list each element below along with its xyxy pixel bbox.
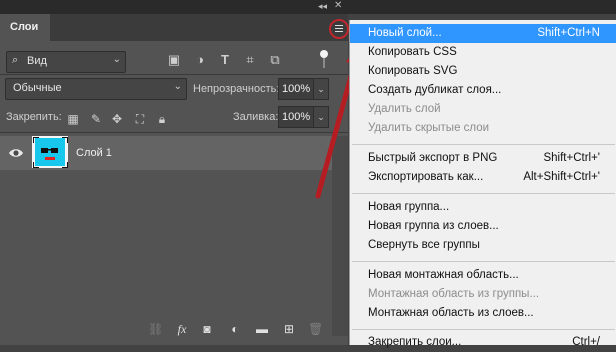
panel-title-bar: ◂◂ ✕ bbox=[0, 0, 616, 14]
menu-item-label: Новая группа из слоев... bbox=[368, 220, 499, 232]
menu-item-copy-css[interactable]: Копировать CSS bbox=[350, 43, 616, 62]
add-mask-icon[interactable]: ◙ bbox=[200, 322, 214, 336]
layer-row[interactable]: Слой 1 bbox=[0, 136, 332, 170]
lock-image-pixels-icon[interactable]: ✎ bbox=[89, 112, 103, 126]
lock-artboard-icon[interactable]: ⛶ bbox=[133, 112, 147, 126]
filter-kind-select[interactable]: ⌕ Вид ⌄ bbox=[6, 51, 126, 73]
new-group-icon[interactable]: ▬ bbox=[255, 322, 269, 336]
lock-transparent-pixels-icon[interactable]: ▦ bbox=[66, 112, 80, 126]
close-panel-icon[interactable]: ✕ bbox=[334, 0, 342, 11]
menu-separator bbox=[352, 193, 615, 194]
layer-thumbnail bbox=[35, 138, 65, 166]
lock-fill-row: Закрепить: ▦ ✎ ✥ ⛶ 🔒︎ Заливка: 100% ⌄ bbox=[0, 105, 348, 131]
lock-position-icon[interactable]: ✥ bbox=[110, 112, 124, 126]
filter-pixel-layers-icon[interactable]: ▣ bbox=[166, 52, 182, 68]
blend-mode-value: Обычные bbox=[13, 82, 62, 94]
menu-item-delete-hidden-layers: Удалить скрытые слои bbox=[350, 119, 616, 138]
blend-opacity-row: Обычные ⌄ Непрозрачность: 100% ⌄ bbox=[0, 75, 348, 103]
layer-filter-row: ⌕ Вид ⌄ ▣ ◑ T ⌗ ⧉ bbox=[0, 41, 348, 74]
layers-bottom-toolbar: ⛓ fx ◙ ◐ ▬ ⊞ 🗑︎ bbox=[0, 314, 348, 345]
menu-item-shortcut: Ctrl+/ bbox=[572, 336, 600, 348]
menu-item-copy-svg[interactable]: Копировать SVG bbox=[350, 62, 616, 81]
menu-item-shortcut: Alt+Shift+Ctrl+' bbox=[523, 171, 600, 183]
layer-thumbnail-image bbox=[35, 138, 65, 166]
fill-label: Заливка: bbox=[233, 111, 279, 123]
hamburger-icon bbox=[335, 25, 343, 26]
menu-item-label: Новый слой... bbox=[368, 27, 442, 39]
menu-item-delete-layer: Удалить слой bbox=[350, 100, 616, 119]
selection-corner bbox=[33, 137, 39, 143]
menu-item-label: Новая монтажная область... bbox=[368, 269, 519, 281]
search-icon: ⌕ bbox=[12, 54, 19, 66]
filter-kind-label: Вид bbox=[27, 55, 47, 67]
menu-item-export-as[interactable]: Экспортировать как... Alt+Shift+Ctrl+' bbox=[350, 168, 616, 187]
menu-item-label: Создать дубликат слоя... bbox=[368, 84, 502, 96]
menu-item-label: Новая группа... bbox=[368, 201, 450, 213]
menu-item-label: Экспортировать как... bbox=[368, 171, 484, 183]
menu-separator bbox=[352, 144, 615, 145]
panel-flyout-menu: Новый слой... Shift+Ctrl+N Копировать CSS… bbox=[349, 20, 616, 348]
new-layer-icon[interactable]: ⊞ bbox=[282, 322, 296, 336]
collapse-panel-icon[interactable]: ◂◂ bbox=[318, 1, 327, 12]
menu-item-new-artboard[interactable]: Новая монтажная область... bbox=[350, 266, 616, 285]
menu-item-quick-export-png[interactable]: Быстрый экспорт в PNG Shift+Ctrl+' bbox=[350, 149, 616, 168]
menu-item-label: Быстрый экспорт в PNG bbox=[368, 152, 498, 164]
link-layers-icon[interactable]: ⛓ bbox=[148, 322, 163, 336]
menu-item-label: Монтажная область из слоев... bbox=[368, 307, 534, 319]
menu-separator bbox=[352, 261, 615, 262]
tab-layers[interactable]: Слои bbox=[0, 14, 50, 41]
menu-item-new-layer[interactable]: Новый слой... Shift+Ctrl+N bbox=[350, 24, 616, 43]
panel-menu-button[interactable] bbox=[329, 19, 349, 39]
selection-corner bbox=[62, 137, 68, 143]
menu-item-new-group-from-layers[interactable]: Новая группа из слоев... bbox=[350, 217, 616, 236]
menu-item-label: Удалить слой bbox=[368, 103, 441, 115]
menu-item-label: Удалить скрытые слои bbox=[368, 122, 490, 134]
filter-smart-objects-icon[interactable]: ⧉ bbox=[267, 52, 283, 68]
opacity-dropdown-button[interactable]: ⌄ bbox=[313, 78, 329, 100]
layers-panel: Слои ⌕ Вид ⌄ ▣ ◑ T ⌗ ⧉ Обычные ⌄ Непрозр… bbox=[0, 14, 349, 345]
chevron-down-icon: ⌄ bbox=[173, 81, 182, 92]
lock-all-icon[interactable]: 🔒︎ bbox=[155, 112, 169, 126]
trash-icon[interactable]: 🗑︎ bbox=[308, 322, 323, 336]
menu-item-label: Копировать CSS bbox=[368, 46, 457, 58]
fill-dropdown-button[interactable]: ⌄ bbox=[313, 106, 329, 128]
chevron-down-icon: ⌄ bbox=[112, 54, 121, 65]
filter-toggle-switch[interactable] bbox=[320, 50, 328, 68]
fx-icon[interactable]: fx bbox=[175, 322, 189, 336]
selection-corner bbox=[33, 162, 39, 168]
blend-mode-select[interactable]: Обычные ⌄ bbox=[5, 78, 187, 100]
menu-item-label: Копировать SVG bbox=[368, 65, 458, 77]
selection-corner bbox=[62, 162, 68, 168]
panel-tab-bar: Слои bbox=[0, 14, 349, 41]
layers-scrollbar[interactable] bbox=[332, 136, 348, 336]
visibility-eye-icon[interactable] bbox=[8, 146, 24, 160]
menu-item-label: Свернуть все группы bbox=[368, 239, 480, 251]
menu-separator bbox=[352, 329, 615, 330]
layer-name[interactable]: Слой 1 bbox=[76, 147, 112, 159]
filter-adjustment-layers-icon[interactable]: ◑ bbox=[192, 52, 208, 68]
fill-input[interactable]: 100% bbox=[278, 106, 315, 128]
menu-item-shortcut: Shift+Ctrl+N bbox=[537, 27, 600, 39]
menu-item-shortcut: Shift+Ctrl+' bbox=[543, 152, 600, 164]
menu-item-artboard-from-layers[interactable]: Монтажная область из слоев... bbox=[350, 304, 616, 323]
menu-item-new-group[interactable]: Новая группа... bbox=[350, 198, 616, 217]
filter-shape-layers-icon[interactable]: ⌗ bbox=[242, 52, 258, 68]
menu-item-artboard-from-group: Монтажная область из группы... bbox=[350, 285, 616, 304]
menu-item-collapse-all-groups[interactable]: Свернуть все группы bbox=[350, 236, 616, 255]
lock-label: Закрепить: bbox=[6, 111, 62, 123]
divider bbox=[0, 132, 348, 133]
filter-type-layers-icon[interactable]: T bbox=[217, 52, 233, 68]
adjustment-layer-icon[interactable]: ◐ bbox=[228, 322, 242, 336]
menu-item-duplicate-layer[interactable]: Создать дубликат слоя... bbox=[350, 81, 616, 100]
menu-item-label: Монтажная область из группы... bbox=[368, 288, 540, 300]
menu-item-label: Закрепить слои... bbox=[368, 336, 462, 348]
opacity-input[interactable]: 100% bbox=[278, 78, 315, 100]
menu-item-lock-layers[interactable]: Закрепить слои... Ctrl+/ bbox=[350, 333, 616, 352]
opacity-label: Непрозрачность: bbox=[193, 83, 280, 95]
